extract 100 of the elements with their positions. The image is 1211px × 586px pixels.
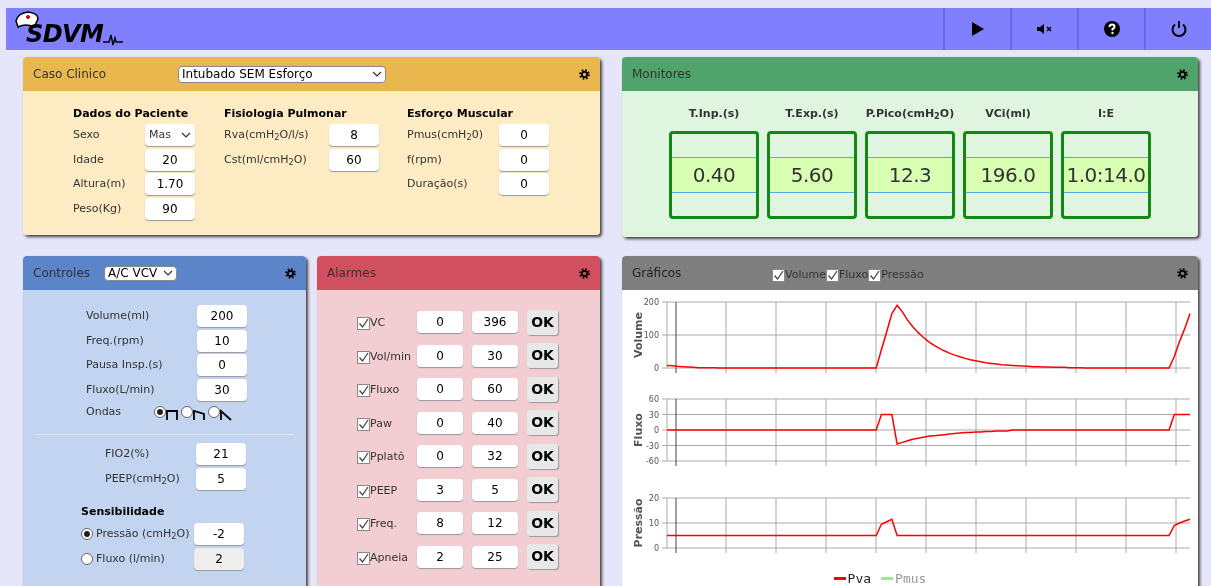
ok-button[interactable]: OK xyxy=(527,309,558,335)
number-field[interactable]: 200 xyxy=(197,305,247,328)
settings-icon[interactable] xyxy=(579,68,590,80)
monitor-value: 196.0 xyxy=(966,157,1050,193)
max-field[interactable]: 12 xyxy=(472,512,518,534)
monitor-label: VCi(ml) xyxy=(985,106,1031,122)
checkbox[interactable] xyxy=(357,484,370,498)
waveform-icon xyxy=(166,408,178,421)
settings-icon[interactable] xyxy=(1177,267,1188,279)
axis-tick-label: 100 xyxy=(643,331,659,340)
number-field[interactable]: 20 xyxy=(145,148,195,171)
ok-button[interactable]: OK xyxy=(527,443,558,469)
max-field[interactable]: 40 xyxy=(472,411,518,434)
number-field[interactable]: 0 xyxy=(499,124,549,147)
settings-icon[interactable] xyxy=(579,267,590,279)
monitor-value: 5.60 xyxy=(770,157,854,193)
checkbox[interactable] xyxy=(868,268,882,282)
option-label: Fluxo (l/min) xyxy=(95,550,166,567)
number-field[interactable]: -2 xyxy=(194,523,244,546)
max-field[interactable]: 60 xyxy=(472,378,518,400)
max-field[interactable]: 32 xyxy=(472,445,518,467)
checkbox[interactable] xyxy=(357,518,370,531)
radio-button[interactable] xyxy=(81,552,93,565)
axis-tick-label: 10 xyxy=(648,519,659,528)
min-field[interactable]: 8 xyxy=(417,512,463,534)
number-field[interactable]: 0 xyxy=(499,173,549,196)
ok-button[interactable]: OK xyxy=(527,410,558,435)
max-field[interactable]: 25 xyxy=(472,545,518,568)
number-field[interactable]: 60 xyxy=(329,148,379,171)
option-label: Pressão (cmH$_{2}$O) xyxy=(95,526,191,543)
speaker-muted-icon xyxy=(1036,23,1053,35)
settings-icon[interactable] xyxy=(1177,68,1188,80)
power-icon xyxy=(1169,20,1188,38)
alarm-label: Fluxo xyxy=(370,382,400,399)
panel-title: Alarmes xyxy=(327,265,376,282)
min-field[interactable]: 0 xyxy=(417,344,463,367)
min-field[interactable]: 0 xyxy=(417,311,463,333)
case-select[interactable]: Intubado SEM Esforço xyxy=(178,65,386,83)
toggle-label: Volume xyxy=(785,266,826,283)
max-field[interactable]: 5 xyxy=(472,478,518,501)
radio-button[interactable] xyxy=(81,528,93,541)
ok-button[interactable]: OK xyxy=(527,544,558,569)
number-field[interactable]: 21 xyxy=(196,443,246,466)
panel-title: Gráficos xyxy=(632,265,683,282)
min-field[interactable]: 2 xyxy=(417,545,463,568)
axis-tick-label: 60 xyxy=(648,395,659,404)
play-icon xyxy=(970,21,985,37)
checkbox[interactable] xyxy=(357,551,370,565)
sex-select[interactable]: Mas xyxy=(145,124,195,147)
number-field[interactable]: 30 xyxy=(197,378,247,401)
chevron-down-icon xyxy=(372,71,382,77)
number-field[interactable]: 0 xyxy=(197,354,247,377)
number-field[interactable]: 1.70 xyxy=(145,173,195,196)
min-field[interactable]: 3 xyxy=(417,478,463,501)
min-field[interactable]: 0 xyxy=(417,445,463,467)
field-label: Volume(ml) xyxy=(86,308,151,324)
checkbox[interactable] xyxy=(357,317,370,330)
number-field[interactable]: 5 xyxy=(196,467,246,490)
number-field[interactable]: 8 xyxy=(329,124,379,147)
checkbox[interactable] xyxy=(772,268,785,282)
settings-icon[interactable] xyxy=(285,267,296,279)
min-field[interactable]: 0 xyxy=(417,378,463,400)
checkbox[interactable] xyxy=(357,451,370,464)
field-label: Freq.(rpm) xyxy=(86,332,145,349)
max-field[interactable]: 396 xyxy=(472,311,518,333)
panel-title: Controles xyxy=(33,265,91,282)
alarm-label: PEEP xyxy=(370,482,398,499)
field-label: Peso(Kg) xyxy=(73,200,123,217)
ok-button[interactable]: OK xyxy=(527,343,558,368)
radio-button[interactable] xyxy=(154,406,166,418)
waveform-icon xyxy=(193,408,205,421)
checkbox[interactable] xyxy=(357,384,370,397)
legend-label: Pva xyxy=(847,570,872,586)
axis-tick-label: 0 xyxy=(653,364,659,373)
ok-button[interactable]: OK xyxy=(527,376,558,402)
radio-button[interactable] xyxy=(181,406,193,418)
monitor-label: P.Pico(cmH$_{2}$O) xyxy=(865,106,955,124)
field-label: Sexo xyxy=(73,127,101,143)
chevron-down-icon xyxy=(181,132,191,139)
radio-button[interactable] xyxy=(208,406,220,418)
toggle-label: Fluxo xyxy=(838,266,869,283)
ok-button[interactable]: OK xyxy=(527,510,558,536)
alarm-label: Freq. xyxy=(370,516,398,533)
checkbox[interactable] xyxy=(357,417,370,431)
min-field[interactable]: 0 xyxy=(417,411,463,434)
number-field[interactable]: 10 xyxy=(197,329,247,352)
checkbox[interactable] xyxy=(825,268,839,282)
mode-select[interactable]: A/C VCV xyxy=(104,265,177,281)
number-field[interactable]: 90 xyxy=(145,197,195,220)
axis-tick-label: 200 xyxy=(643,298,659,307)
checkbox[interactable] xyxy=(357,350,370,364)
field-label: Rva(cmH$_{2}$O/l/s) xyxy=(224,127,310,144)
field-label: Altura(m) xyxy=(73,176,127,192)
axis-tick-label: -30 xyxy=(645,441,659,451)
number-field[interactable]: 0 xyxy=(499,148,549,171)
field-label: PEEP(cmH$_{2}$O) xyxy=(105,470,181,487)
legend-label: Pmus xyxy=(895,570,927,586)
ok-button[interactable]: OK xyxy=(527,477,558,502)
max-field[interactable]: 30 xyxy=(472,344,518,367)
toggle-label: Pressão xyxy=(881,266,924,283)
